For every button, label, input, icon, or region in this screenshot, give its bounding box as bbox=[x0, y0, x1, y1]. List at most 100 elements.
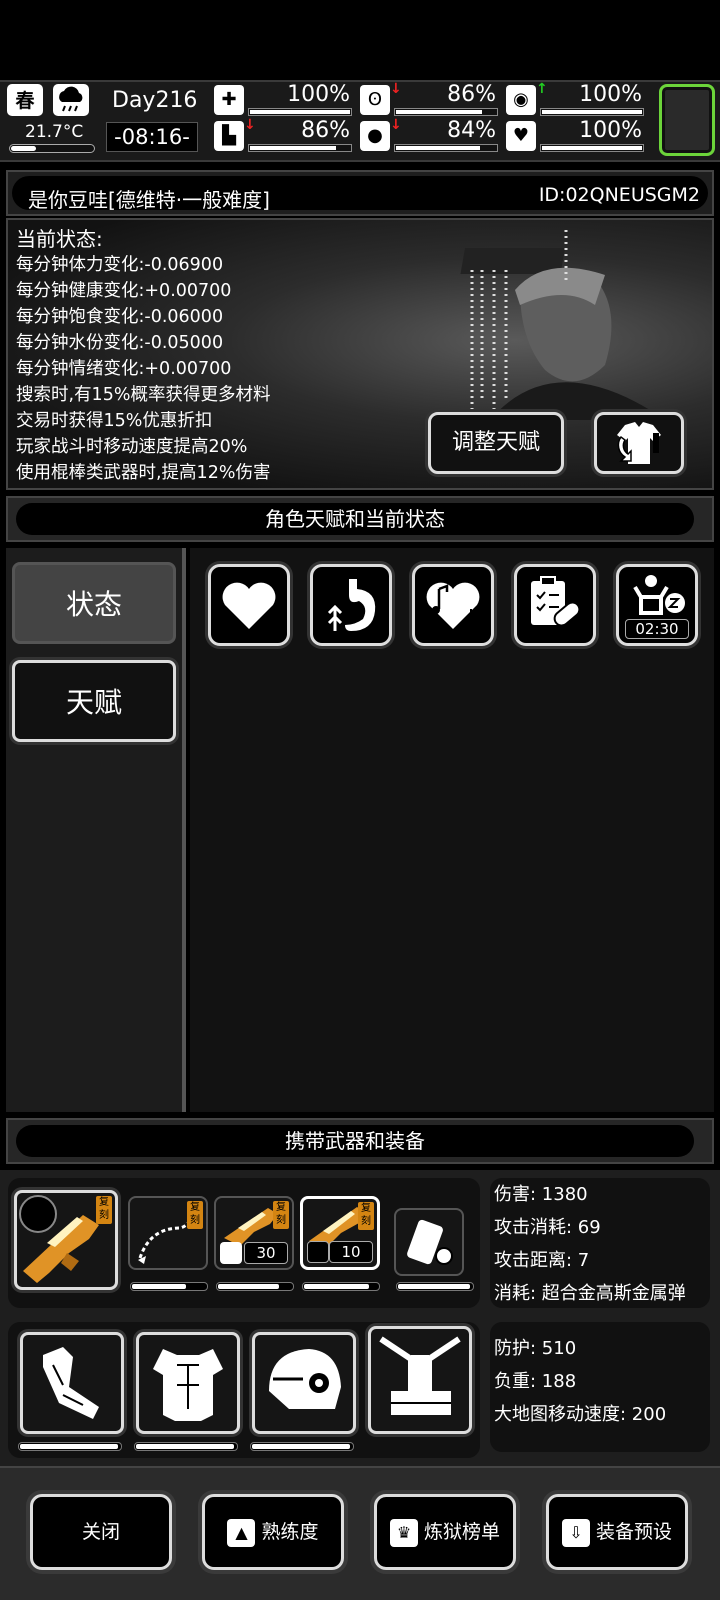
change-outfit-button[interactable] bbox=[594, 412, 684, 474]
tab-talent[interactable]: 天赋 bbox=[12, 660, 176, 742]
character-portrait bbox=[460, 230, 660, 420]
vital-stat: ♥ 100% bbox=[506, 118, 646, 154]
weapon-row: 复刻 复刻 复刻 30 复刻 10 bbox=[8, 1178, 480, 1308]
status-line: 每分钟体力变化:-0.06900 bbox=[16, 255, 224, 275]
adjust-talent-button[interactable]: 调整天赋 bbox=[428, 412, 564, 474]
vital-bar bbox=[540, 144, 644, 152]
season-icon: 春 bbox=[7, 84, 43, 116]
armor-slot-backpack[interactable] bbox=[368, 1326, 472, 1434]
effect-timer: 02:30 bbox=[625, 619, 689, 639]
vital-bar bbox=[248, 144, 352, 152]
copy-tag: 复刻 bbox=[96, 1196, 112, 1224]
talent-section-title: 角色天赋和当前状态 bbox=[16, 503, 694, 535]
vital-value: 86% bbox=[301, 118, 350, 143]
durability-bar bbox=[216, 1282, 294, 1291]
armor-slot-helmet[interactable] bbox=[252, 1332, 356, 1434]
character-name: 是你豆哇[德维特·一般难度] bbox=[28, 188, 270, 212]
stomach-up-icon bbox=[327, 579, 376, 631]
talent-section-header: 角色天赋和当前状态 bbox=[6, 496, 714, 542]
vital-stat: ▙ ↓ 86% bbox=[214, 117, 354, 154]
helmet-icon bbox=[269, 1349, 341, 1409]
ranking-button[interactable]: ♛ 炼狱榜单 bbox=[374, 1494, 516, 1570]
effect-medical[interactable] bbox=[514, 564, 596, 646]
status-line: 每分钟水份变化:-0.05000 bbox=[16, 333, 224, 353]
durability-bar bbox=[134, 1442, 238, 1451]
tired-sleep-icon bbox=[633, 575, 685, 615]
durability-bar bbox=[302, 1282, 380, 1291]
day-counter: Day216 bbox=[112, 88, 198, 113]
season-label: 春 bbox=[15, 90, 35, 112]
ranking-button-label: 炼狱榜单 bbox=[423, 1521, 500, 1543]
talent-tab-column: 状态 天赋 bbox=[6, 548, 186, 1112]
proficiency-button-label: 熟练度 bbox=[261, 1521, 319, 1543]
ammo-count: 10 bbox=[329, 1241, 373, 1263]
equipment-preset-button[interactable]: ⇩ 装备预设 bbox=[546, 1494, 688, 1570]
copy-tag: 复刻 bbox=[187, 1201, 203, 1229]
ammo-type-icon bbox=[19, 1195, 57, 1233]
map-move-speed: 大地图移动速度: 200 bbox=[494, 1404, 667, 1425]
character-name-bar: 是你豆哇[德维特·一般难度] ID:02QNEUSGM2 bbox=[6, 170, 714, 216]
medical-report-icon bbox=[531, 576, 581, 627]
water-drop-icon: ● bbox=[360, 121, 390, 151]
effect-mood[interactable] bbox=[412, 564, 494, 646]
weapon-slot-4[interactable]: 复刻 10 bbox=[300, 1196, 380, 1270]
status-heading: 当前状态: bbox=[16, 227, 103, 251]
proficiency-badge-icon: ▲ bbox=[227, 1518, 256, 1547]
durability-bar bbox=[18, 1442, 122, 1451]
status-line: 交易时获得15%优惠折扣 bbox=[16, 411, 213, 431]
weapon-slot-2[interactable]: 复刻 bbox=[128, 1196, 208, 1270]
weapon-attack-cost: 攻击消耗: 69 bbox=[494, 1217, 601, 1238]
thermometer-bar bbox=[9, 144, 95, 153]
armor-stats: 防护: 510 负重: 188 大地图移动速度: 200 bbox=[490, 1322, 710, 1452]
quick-slot[interactable] bbox=[659, 84, 715, 156]
heart-icon bbox=[222, 582, 276, 629]
durability-bar bbox=[250, 1442, 354, 1451]
vital-bar bbox=[540, 108, 644, 116]
weapon-slot-5[interactable] bbox=[394, 1208, 464, 1276]
vital-stat: ◉ ↑ 100% bbox=[506, 81, 646, 118]
vital-stat: ʘ ↓ 86% bbox=[360, 81, 500, 118]
durability-bar bbox=[396, 1282, 474, 1291]
vital-value: 100% bbox=[287, 82, 350, 107]
armor-slot-arm[interactable] bbox=[20, 1332, 124, 1434]
armor-slot-body[interactable] bbox=[136, 1332, 240, 1434]
shield-device-icon bbox=[407, 1219, 453, 1265]
rain-cloud-icon bbox=[53, 84, 89, 116]
weapon-stats: 伤害: 1380 攻击消耗: 69 攻击距离: 7 消耗: 超合金高斯金属弹 bbox=[490, 1178, 710, 1308]
weapon-slot-main[interactable]: 复刻 bbox=[14, 1190, 118, 1290]
music-heart-icon bbox=[426, 582, 480, 629]
outfit-swap-icon bbox=[617, 422, 661, 464]
weapon-ammo-consumption: 消耗: 超合金高斯金属弹 bbox=[494, 1283, 686, 1304]
armor-protection: 防护: 510 bbox=[494, 1338, 577, 1359]
preset-button-label: 装备预设 bbox=[595, 1521, 672, 1543]
effect-satiety[interactable] bbox=[310, 564, 392, 646]
armor-row bbox=[8, 1322, 480, 1458]
status-line: 搜索时,有15%概率获得更多材料 bbox=[16, 385, 271, 405]
ranking-banner-icon: ♛ bbox=[389, 1518, 418, 1547]
ammo-icon bbox=[220, 1242, 242, 1264]
bladder-icon: ◉ bbox=[506, 85, 536, 115]
arm-armor-icon bbox=[43, 1347, 99, 1419]
effect-tired[interactable]: 02:30 bbox=[616, 564, 698, 646]
stomach-icon: ʘ bbox=[360, 85, 390, 115]
weapon-damage: 伤害: 1380 bbox=[494, 1184, 588, 1205]
vital-value: 86% bbox=[447, 82, 496, 107]
vital-bar bbox=[248, 108, 352, 116]
armor-weight: 负重: 188 bbox=[494, 1371, 577, 1392]
tab-status[interactable]: 状态 bbox=[12, 562, 176, 644]
copy-tag: 复刻 bbox=[273, 1201, 289, 1229]
status-line: 玩家战斗时移动速度提高20% bbox=[16, 437, 248, 457]
weather-panel: 春 21.7°C bbox=[7, 84, 97, 156]
vital-value: 100% bbox=[579, 118, 642, 143]
proficiency-button[interactable]: ▲ 熟练度 bbox=[202, 1494, 344, 1570]
close-button[interactable]: 关闭 bbox=[30, 1494, 172, 1570]
status-lines: 当前状态: 每分钟体力变化:-0.06900 每分钟健康变化:+0.00700 每分… bbox=[16, 226, 270, 486]
character-id: ID:02QNEUSGM2 bbox=[538, 184, 700, 206]
temperature-value: 21.7°C bbox=[25, 122, 84, 142]
vital-stat: ● ↓ 84% bbox=[360, 117, 500, 154]
weapon-attack-range: 攻击距离: 7 bbox=[494, 1250, 590, 1271]
vital-value: 84% bbox=[447, 118, 496, 143]
weapon-slot-3[interactable]: 复刻 30 bbox=[214, 1196, 294, 1270]
effect-heart[interactable] bbox=[208, 564, 290, 646]
equipment-section-title: 携带武器和装备 bbox=[16, 1125, 694, 1157]
